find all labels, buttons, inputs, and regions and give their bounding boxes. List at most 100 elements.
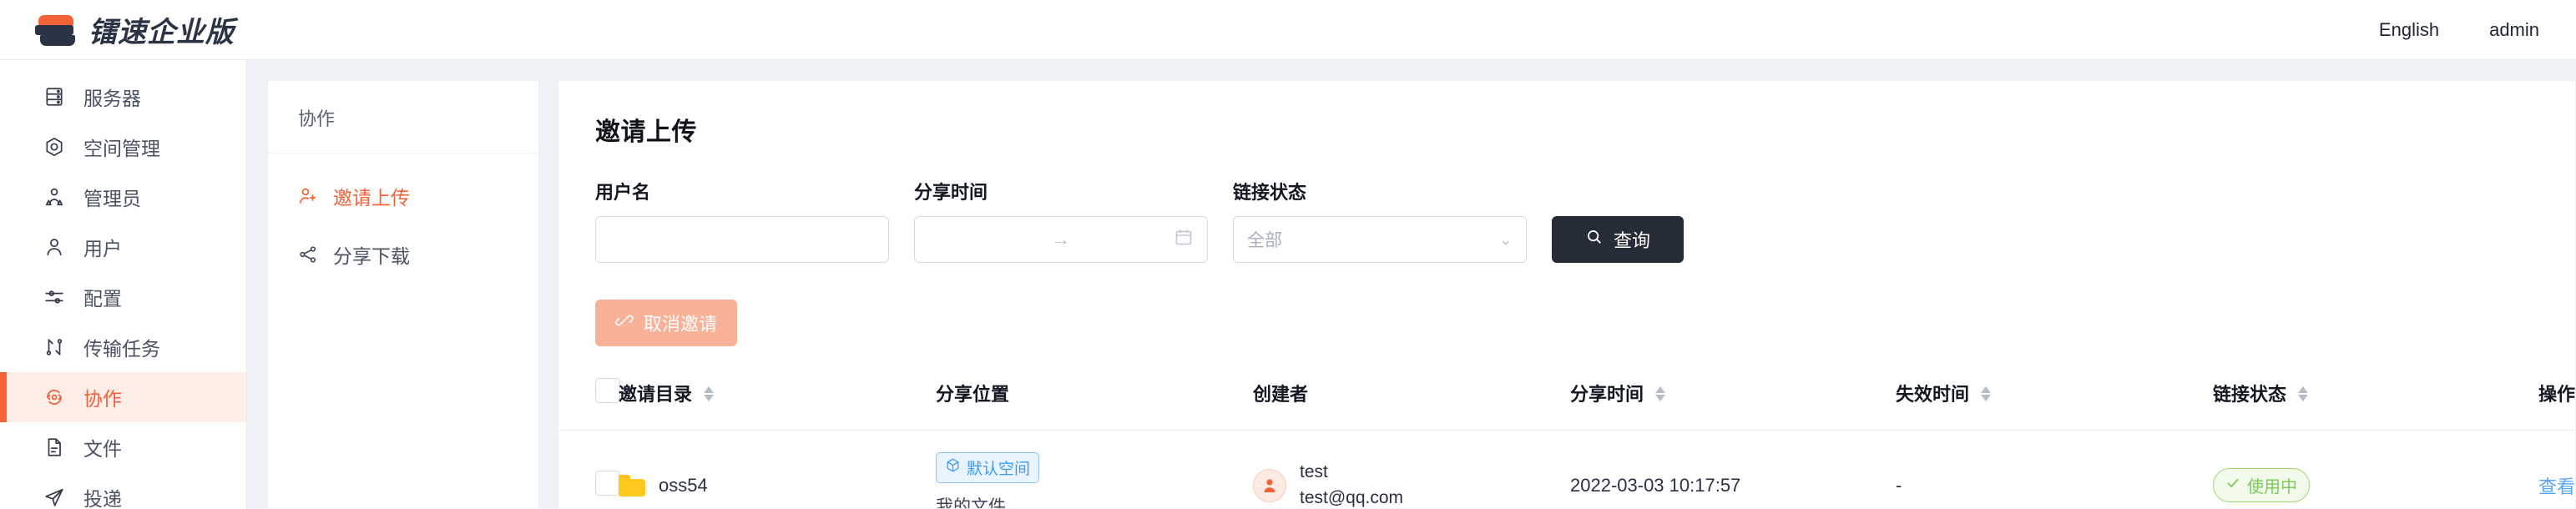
- th-expire-time: 失效时间: [1896, 378, 2213, 431]
- check-icon: [2225, 476, 2240, 496]
- avatar: [1253, 468, 1286, 502]
- sidebar-item-administrators[interactable]: 管理员: [0, 172, 246, 222]
- link-status-select[interactable]: 全部 ⌄: [1233, 216, 1527, 263]
- cell-invite-directory: oss54: [619, 430, 936, 508]
- sidebar-item-label: 服务器: [83, 88, 141, 109]
- cancel-invite-label: 取消邀请: [644, 314, 718, 335]
- sidebar-item-delivery[interactable]: 投递: [0, 472, 246, 509]
- th-label: 分享时间: [1570, 384, 1644, 405]
- status-badge-label: 使用中: [2247, 478, 2297, 496]
- subnav-item-invite-upload[interactable]: 邀请上传: [268, 167, 538, 225]
- sidebar-item-files[interactable]: 文件: [0, 422, 246, 472]
- th-link-status: 链接状态: [2213, 378, 2538, 431]
- raysync-logo-icon: [35, 12, 77, 48]
- collaboration-icon: [43, 386, 65, 408]
- status-badge: 使用中: [2213, 468, 2310, 502]
- username-label: 用户名: [595, 182, 651, 203]
- sidebar-item-users[interactable]: 用户: [0, 222, 246, 272]
- view-details-link[interactable]: 查看详情: [2538, 472, 2575, 499]
- main-content-wrapper: 邀请上传 用户名 分享时间 → 链接状态 全部 ⌄ 查询 取消邀请 邀请目录 分…: [539, 60, 2576, 509]
- sidebar-item-settings[interactable]: 配置: [0, 272, 246, 322]
- th-share-location: 分享位置: [936, 378, 1253, 431]
- cell-expire-time: -: [1896, 430, 2213, 508]
- th-select-all: [558, 378, 620, 431]
- sort-invite-directory[interactable]: [704, 386, 715, 402]
- table-row: oss54 默认空间 我的文件 test test@qq.com 2022-03…: [558, 430, 2575, 509]
- select-all-checkbox[interactable]: [595, 378, 620, 403]
- search-button-label: 查询: [1613, 230, 1650, 251]
- chevron-down-icon: ⌄: [1498, 230, 1513, 249]
- folder-icon: [619, 474, 645, 496]
- cell-row-select: [558, 430, 620, 508]
- sidebar-item-transfer-tasks[interactable]: 传输任务: [0, 322, 246, 372]
- cell-creator: test test@qq.com: [1253, 430, 1570, 508]
- send-icon: [43, 486, 65, 508]
- file-icon: [43, 436, 65, 458]
- th-label: 邀请目录: [619, 384, 693, 405]
- link-status-field-group: 链接状态 全部 ⌄: [1233, 178, 1527, 263]
- sidebar-item-label: 文件: [83, 438, 122, 460]
- user-menu[interactable]: admin: [2489, 19, 2539, 41]
- cell-link-status: 使用中: [2213, 430, 2538, 508]
- subnav-item-share-download[interactable]: 分享下载: [268, 225, 538, 284]
- sort-link-status[interactable]: [2298, 386, 2309, 402]
- cube-icon: [43, 136, 65, 158]
- avatar-icon: [1264, 478, 1275, 492]
- brand-name: 镭速企业版: [88, 17, 235, 48]
- main-card: 邀请上传 用户名 分享时间 → 链接状态 全部 ⌄ 查询 取消邀请 邀请目录 分…: [558, 80, 2576, 509]
- table-action-bar: 取消邀请: [558, 263, 2575, 346]
- space-tag-label: 默认空间: [967, 461, 1031, 478]
- user-plus-icon: [298, 186, 318, 206]
- table-header-row: 邀请目录 分享位置 创建者 分享时间 失效时间 链接状态 操作: [558, 378, 2575, 431]
- top-header-actions: English admin: [2379, 19, 2539, 41]
- top-header: 镭速企业版 English admin: [0, 0, 2576, 60]
- admin-users-icon: [43, 186, 65, 208]
- share-time-range-picker[interactable]: →: [914, 216, 1208, 263]
- th-creator: 创建者: [1253, 378, 1570, 431]
- sort-share-time[interactable]: [1655, 386, 1666, 402]
- filter-bar: 用户名 分享时间 → 链接状态 全部 ⌄ 查询: [558, 148, 2575, 263]
- space-tag: 默认空间: [936, 452, 1040, 483]
- page-title: 邀请上传: [595, 118, 697, 146]
- search-button[interactable]: 查询: [1552, 216, 1684, 263]
- calendar-icon: [1174, 228, 1194, 252]
- sidebar-item-label: 投递: [83, 488, 122, 509]
- search-icon: [1585, 228, 1604, 251]
- sidebar-item-collaboration[interactable]: 协作: [0, 372, 246, 422]
- brand[interactable]: 镭速企业版: [0, 0, 235, 59]
- share-time-label: 分享时间: [914, 182, 988, 203]
- sort-expire-time[interactable]: [1981, 386, 1992, 402]
- creator-email: test@qq.com: [1300, 487, 1404, 507]
- cancel-invite-button[interactable]: 取消邀请: [595, 300, 738, 346]
- sidebar-item-label: 用户: [83, 238, 122, 260]
- cube-icon: [945, 457, 961, 478]
- row-checkbox[interactable]: [595, 470, 620, 496]
- share-location-path: 我的文件: [936, 497, 1006, 509]
- sliders-icon: [43, 286, 65, 308]
- range-separator: →: [1052, 229, 1070, 249]
- secondary-panel: 协作 邀请上传 分享下载: [267, 80, 539, 509]
- sidebar-item-label: 传输任务: [83, 338, 160, 360]
- table-body: oss54 默认空间 我的文件 test test@qq.com 2022-03…: [558, 430, 2575, 509]
- th-share-time: 分享时间: [1570, 378, 1896, 431]
- sidebar-item-label: 管理员: [83, 188, 141, 209]
- link-status-label: 链接状态: [1233, 182, 1307, 203]
- sidebar-item-space-management[interactable]: 空间管理: [0, 122, 246, 172]
- broken-link-icon: [615, 311, 634, 335]
- secondary-panel-title: 协作: [268, 81, 538, 154]
- user-icon: [43, 236, 65, 258]
- sidebar-item-server[interactable]: 服务器: [0, 72, 246, 122]
- link-status-selected-value: 全部: [1247, 231, 1282, 250]
- server-icon: [43, 86, 65, 108]
- sidebar-item-label: 配置: [83, 288, 122, 310]
- th-label: 链接状态: [2213, 384, 2287, 405]
- subnav-item-label: 分享下载: [333, 245, 410, 267]
- language-switcher[interactable]: English: [2379, 19, 2439, 41]
- th-label: 创建者: [1253, 384, 1309, 405]
- username-field-group: 用户名: [595, 178, 889, 263]
- share-time-field-group: 分享时间 →: [914, 178, 1208, 263]
- username-input[interactable]: [595, 216, 889, 263]
- th-label: 失效时间: [1896, 384, 1970, 405]
- th-invite-directory: 邀请目录: [619, 378, 936, 431]
- th-operations: 操作: [2538, 378, 2575, 431]
